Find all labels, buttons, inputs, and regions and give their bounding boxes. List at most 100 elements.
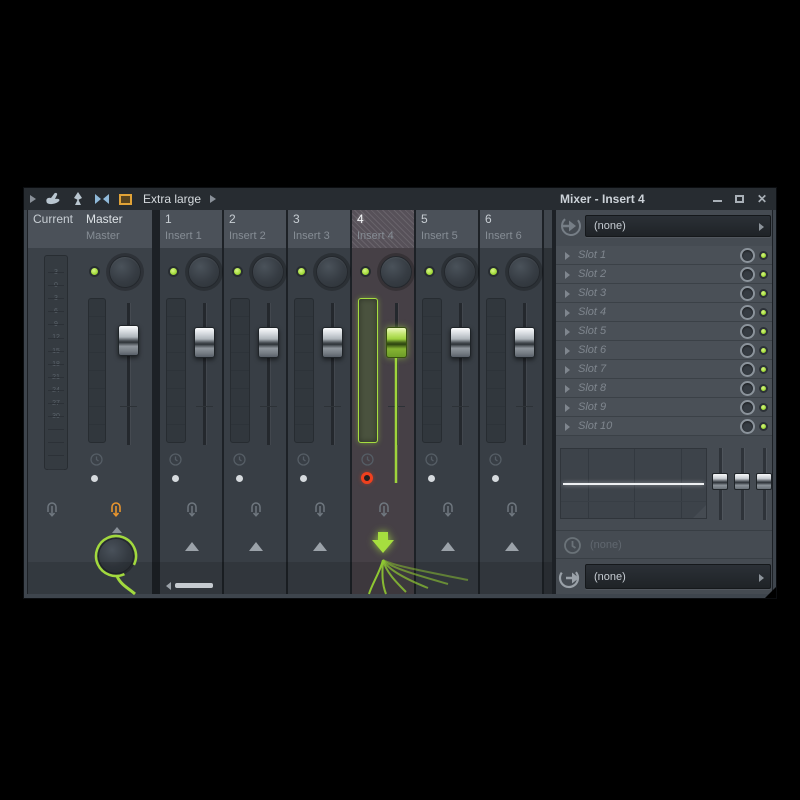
plumb-tool-icon[interactable]: [71, 192, 85, 206]
maximize-button[interactable]: [735, 195, 744, 203]
eq-band-high-fader[interactable]: [756, 473, 772, 490]
slot-arrow-icon[interactable]: [565, 271, 570, 279]
slot-enable-led[interactable]: [759, 346, 768, 355]
clock-icon[interactable]: [425, 453, 438, 466]
plug-icon[interactable]: [376, 500, 392, 520]
collapse-icon[interactable]: [94, 193, 110, 205]
clock-icon[interactable]: [90, 453, 103, 466]
slot-enable-led[interactable]: [759, 327, 768, 336]
pan-knob[interactable]: [380, 256, 412, 288]
route-up-arrow-icon[interactable]: [185, 542, 199, 551]
menu-arrow-icon[interactable]: [30, 195, 36, 203]
volume-fader[interactable]: [322, 327, 343, 358]
latch-dot[interactable]: [91, 475, 98, 482]
volume-fader[interactable]: [386, 327, 407, 358]
slot-arrow-icon[interactable]: [565, 423, 570, 431]
latch-dot[interactable]: [428, 475, 435, 482]
input-source-dropdown[interactable]: (none): [585, 215, 771, 237]
effect-slot-9[interactable]: Slot 9: [556, 398, 772, 417]
mute-led[interactable]: [360, 266, 371, 277]
slot-enable-led[interactable]: [759, 384, 768, 393]
slot-enable-led[interactable]: [759, 289, 768, 298]
clock-icon[interactable]: [489, 453, 502, 466]
close-button[interactable]: ✕: [757, 193, 767, 205]
mute-led[interactable]: [168, 266, 179, 277]
effect-slot-6[interactable]: Slot 6: [556, 341, 772, 360]
mixer-track-insert-1[interactable]: 1Insert 1: [160, 210, 222, 594]
pan-knob[interactable]: [316, 256, 348, 288]
titlebar[interactable]: Extra large Mixer - Insert 4 ✕: [24, 188, 776, 210]
pan-knob[interactable]: [508, 256, 540, 288]
mute-led[interactable]: [296, 266, 307, 277]
clock-icon[interactable]: [361, 453, 374, 466]
eq-preview-graph[interactable]: [560, 448, 707, 519]
slot-enable-led[interactable]: [759, 422, 768, 431]
pan-knob[interactable]: [188, 256, 220, 288]
audio-output-icon[interactable]: [558, 566, 584, 590]
plug-icon-active[interactable]: [108, 500, 124, 520]
slot-arrow-icon[interactable]: [565, 328, 570, 336]
plug-icon[interactable]: [248, 500, 264, 520]
slot-arrow-icon[interactable]: [565, 309, 570, 317]
slot-arrow-icon[interactable]: [565, 290, 570, 298]
slot-enable-led[interactable]: [759, 308, 768, 317]
view-size-icon[interactable]: [119, 194, 132, 205]
clock-icon[interactable]: [233, 453, 246, 466]
pan-knob[interactable]: [444, 256, 476, 288]
slot-arrow-icon[interactable]: [565, 252, 570, 260]
eq-band-mid-fader[interactable]: [734, 473, 750, 490]
mute-led[interactable]: [232, 266, 243, 277]
pan-knob[interactable]: [109, 256, 141, 288]
mixer-track-insert-2[interactable]: 2Insert 2: [224, 210, 286, 594]
mixer-track-insert-5[interactable]: 5Insert 5: [416, 210, 478, 594]
scroll-left-arrow-icon[interactable]: [166, 582, 171, 590]
latch-dot[interactable]: [492, 475, 499, 482]
plug-icon[interactable]: [440, 500, 456, 520]
volume-fader[interactable]: [450, 327, 471, 358]
plug-icon[interactable]: [312, 500, 328, 520]
slot-arrow-icon[interactable]: [565, 347, 570, 355]
effect-slot-4[interactable]: Slot 4: [556, 303, 772, 322]
volume-fader[interactable]: [514, 327, 535, 358]
record-arm-indicator[interactable]: [361, 472, 373, 484]
minimize-button[interactable]: [713, 200, 722, 202]
eq-band-low-fader[interactable]: [712, 473, 728, 490]
effect-slot-10[interactable]: Slot 10: [556, 417, 772, 436]
pan-knob[interactable]: [252, 256, 284, 288]
mixer-track-master[interactable]: Master Master: [81, 210, 152, 594]
clock-icon[interactable]: [297, 453, 310, 466]
slot-mix-knob[interactable]: [740, 419, 755, 434]
route-up-arrow-icon[interactable]: [505, 542, 519, 551]
route-up-arrow-icon[interactable]: [112, 527, 122, 533]
slot-enable-led[interactable]: [759, 403, 768, 412]
slot-arrow-icon[interactable]: [565, 366, 570, 374]
effect-slot-8[interactable]: Slot 8: [556, 379, 772, 398]
route-up-arrow-icon[interactable]: [441, 542, 455, 551]
mixer-track-current[interactable]: Current 3 0 3 6 9 12 15 18 21 24 27 30: [28, 210, 81, 594]
slot-mix-knob[interactable]: [740, 324, 755, 339]
clock-icon[interactable]: [169, 453, 182, 466]
slot-mix-knob[interactable]: [740, 248, 755, 263]
latch-dot[interactable]: [300, 475, 307, 482]
route-up-arrow-icon[interactable]: [249, 542, 263, 551]
effect-slot-1[interactable]: Slot 1: [556, 246, 772, 265]
slot-mix-knob[interactable]: [740, 381, 755, 396]
view-size-label[interactable]: Extra large: [143, 192, 201, 206]
effect-slot-2[interactable]: Slot 2: [556, 265, 772, 284]
mute-led[interactable]: [488, 266, 499, 277]
slot-arrow-icon[interactable]: [565, 404, 570, 412]
latch-dot[interactable]: [236, 475, 243, 482]
latch-dot[interactable]: [172, 475, 179, 482]
slot-mix-knob[interactable]: [740, 362, 755, 377]
audio-input-icon[interactable]: [558, 213, 584, 239]
route-up-arrow-icon[interactable]: [313, 542, 327, 551]
time-icon[interactable]: [563, 536, 582, 555]
slot-mix-knob[interactable]: [740, 343, 755, 358]
slot-mix-knob[interactable]: [740, 286, 755, 301]
hand-tool-icon[interactable]: [45, 192, 62, 206]
effect-slot-3[interactable]: Slot 3: [556, 284, 772, 303]
slot-mix-knob[interactable]: [740, 267, 755, 282]
output-target-dropdown[interactable]: (none): [585, 564, 771, 589]
mixer-track-insert-4-selected[interactable]: 4Insert 4: [352, 210, 414, 594]
volume-fader[interactable]: [118, 325, 139, 356]
